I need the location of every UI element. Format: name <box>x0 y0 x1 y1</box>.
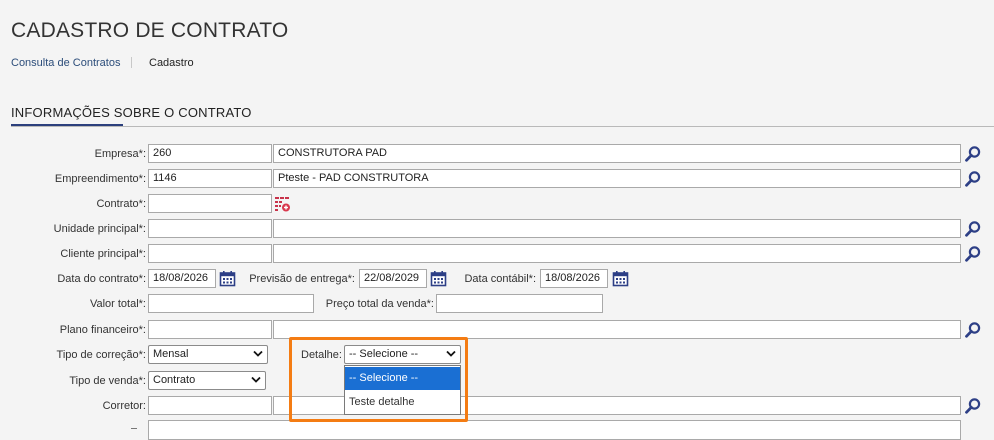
plano-financeiro-name-input[interactable] <box>273 320 961 339</box>
unidade-principal-code-input[interactable] <box>148 219 272 238</box>
breadcrumb-separator <box>131 57 132 68</box>
breadcrumb-link-consulta[interactable]: Consulta de Contratos <box>11 57 120 69</box>
tipo-venda-value: Contrato <box>153 374 196 386</box>
cliente-lookup-magnifier-icon[interactable] <box>964 245 982 263</box>
data-contrato-input[interactable]: 18/08/2026 <box>148 269 216 288</box>
plano-financeiro-label: Plano financeiro*: <box>59 324 146 336</box>
empresa-name-input[interactable]: CONSTRUTORA PAD <box>273 144 961 163</box>
tipo-correcao-label: Tipo de correção*: <box>56 349 146 361</box>
detalhe-dropdown-list: -- Selecione -- Teste detalhe <box>344 365 461 415</box>
previsao-entrega-label: Previsão de entrega*: <box>249 273 355 285</box>
tipo-correcao-select[interactable]: Mensal <box>148 345 268 364</box>
data-contabil-input[interactable]: 18/08/2026 <box>540 269 608 288</box>
corretor-code-input[interactable] <box>148 396 272 415</box>
corretor-label: Corretor: <box>102 400 146 412</box>
tipo-correcao-value: Mensal <box>153 348 189 360</box>
contrato-input[interactable] <box>148 194 272 213</box>
empresa-label: Empresa*: <box>94 148 146 160</box>
detalhe-option-teste[interactable]: Teste detalhe <box>345 391 460 414</box>
cliente-principal-label: Cliente principal*: <box>60 248 146 260</box>
cliente-principal-code-input[interactable] <box>148 244 272 263</box>
chevron-down-icon <box>253 350 263 357</box>
next-field-input[interactable] <box>148 420 961 440</box>
detalhe-value: -- Selecione -- <box>349 348 419 360</box>
preco-total-venda-input[interactable] <box>436 294 603 313</box>
detalhe-label: Detalhe: <box>301 349 342 361</box>
unidade-lookup-magnifier-icon[interactable] <box>964 220 982 238</box>
data-contrato-calendar-icon[interactable] <box>219 270 236 287</box>
data-contrato-label: Data do contrato*: <box>57 273 146 285</box>
unidade-principal-label: Unidade principal*: <box>53 223 146 235</box>
corretor-lookup-magnifier-icon[interactable] <box>964 397 982 415</box>
previsao-entrega-calendar-icon[interactable] <box>430 270 447 287</box>
data-contabil-calendar-icon[interactable] <box>612 270 629 287</box>
breadcrumb-current: Cadastro <box>149 57 194 69</box>
contrato-label: Contrato*: <box>96 198 146 210</box>
unidade-principal-name-input[interactable] <box>273 219 961 238</box>
page-title: CADASTRO DE CONTRATO <box>11 19 289 42</box>
cut-off-label-fragment <box>131 428 137 430</box>
plano-lookup-magnifier-icon[interactable] <box>964 321 982 339</box>
detalhe-select[interactable]: -- Selecione -- <box>344 345 461 364</box>
section-title: INFORMAÇÕES SOBRE O CONTRATO <box>11 105 252 120</box>
chevron-down-icon <box>446 350 456 357</box>
chevron-down-icon <box>251 376 261 383</box>
empreendimento-label: Empreendimento*: <box>54 173 146 185</box>
section-divider <box>11 126 994 127</box>
valor-total-label: Valor total*: <box>89 298 146 310</box>
plano-financeiro-code-input[interactable] <box>148 320 272 339</box>
tipo-venda-label: Tipo de venda*: <box>69 375 146 387</box>
empresa-lookup-magnifier-icon[interactable] <box>964 145 982 163</box>
cliente-principal-name-input[interactable] <box>273 244 961 263</box>
generate-number-icon[interactable] <box>274 196 291 213</box>
empreendimento-name-input[interactable]: Pteste - PAD CONSTRUTORA <box>273 169 961 188</box>
detalhe-option-selecione[interactable]: -- Selecione -- <box>345 367 460 390</box>
tipo-venda-select[interactable]: Contrato <box>148 371 266 390</box>
empreendimento-code-input[interactable]: 1146 <box>148 169 272 188</box>
empresa-code-input[interactable]: 260 <box>148 144 272 163</box>
previsao-entrega-input[interactable]: 22/08/2029 <box>359 269 427 288</box>
preco-total-venda-label: Preço total da venda*: <box>325 298 434 310</box>
data-contabil-label: Data contábil*: <box>464 273 536 285</box>
valor-total-input[interactable] <box>148 294 314 313</box>
empreendimento-lookup-magnifier-icon[interactable] <box>964 170 982 188</box>
